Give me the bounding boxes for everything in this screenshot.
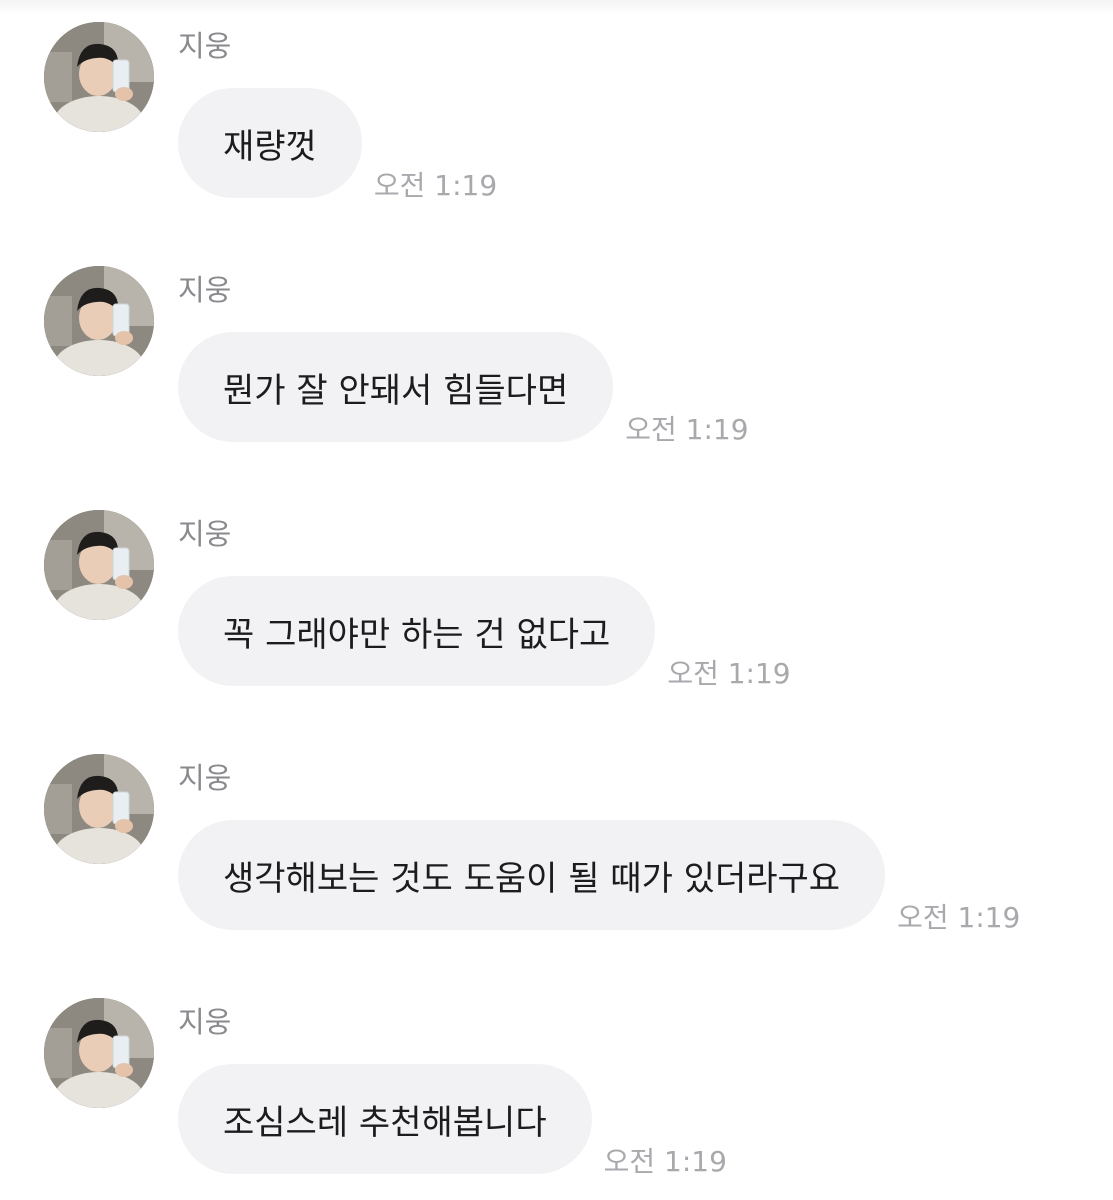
sender-name: 지웅 [178, 517, 232, 551]
avatar[interactable] [44, 510, 154, 620]
avatar-photo-icon [44, 22, 154, 132]
message-timestamp: 오전 1:19 [667, 657, 791, 690]
chat-message: 지웅 뭔가 잘 안돼서 힘들다면 오전 1:19 [0, 266, 1113, 466]
avatar-photo-icon [44, 510, 154, 620]
message-bubble[interactable]: 뭔가 잘 안돼서 힘들다면 [178, 332, 614, 442]
sender-name: 지웅 [178, 29, 232, 63]
avatar-photo-icon [44, 998, 154, 1108]
avatar[interactable] [44, 22, 154, 132]
message-timestamp: 오전 1:19 [625, 413, 749, 446]
chat-message: 지웅 생각해보는 것도 도움이 될 때가 있더라구요 오전 1:19 [0, 754, 1113, 954]
avatar-photo-icon [44, 266, 154, 376]
avatar[interactable] [44, 754, 154, 864]
chat-message: 지웅 조심스레 추천해봅니다 오전 1:19 [0, 998, 1113, 1198]
scroll-top-edge [0, 0, 1113, 14]
message-timestamp: 오전 1:19 [373, 169, 498, 202]
avatar[interactable] [44, 266, 154, 376]
message-bubble[interactable]: 생각해보는 것도 도움이 될 때가 있더라구요 [178, 820, 886, 930]
chat-message: 지웅 꼭 그래야만 하는 건 없다고 오전 1:19 [0, 510, 1113, 710]
avatar-photo-icon [44, 754, 154, 864]
sender-name: 지웅 [178, 1005, 232, 1039]
message-timestamp: 오전 1:19 [897, 901, 1021, 934]
avatar[interactable] [44, 998, 154, 1108]
message-bubble[interactable]: 조심스레 추천해봅니다 [178, 1064, 592, 1174]
message-timestamp: 오전 1:19 [603, 1145, 727, 1178]
message-bubble[interactable]: 재량껏 [178, 88, 362, 198]
message-bubble[interactable]: 꼭 그래야만 하는 건 없다고 [178, 576, 656, 686]
chat-message: 지웅 재량껏 오전 1:19 [0, 22, 1113, 222]
sender-name: 지웅 [178, 761, 232, 795]
sender-name: 지웅 [178, 273, 232, 307]
